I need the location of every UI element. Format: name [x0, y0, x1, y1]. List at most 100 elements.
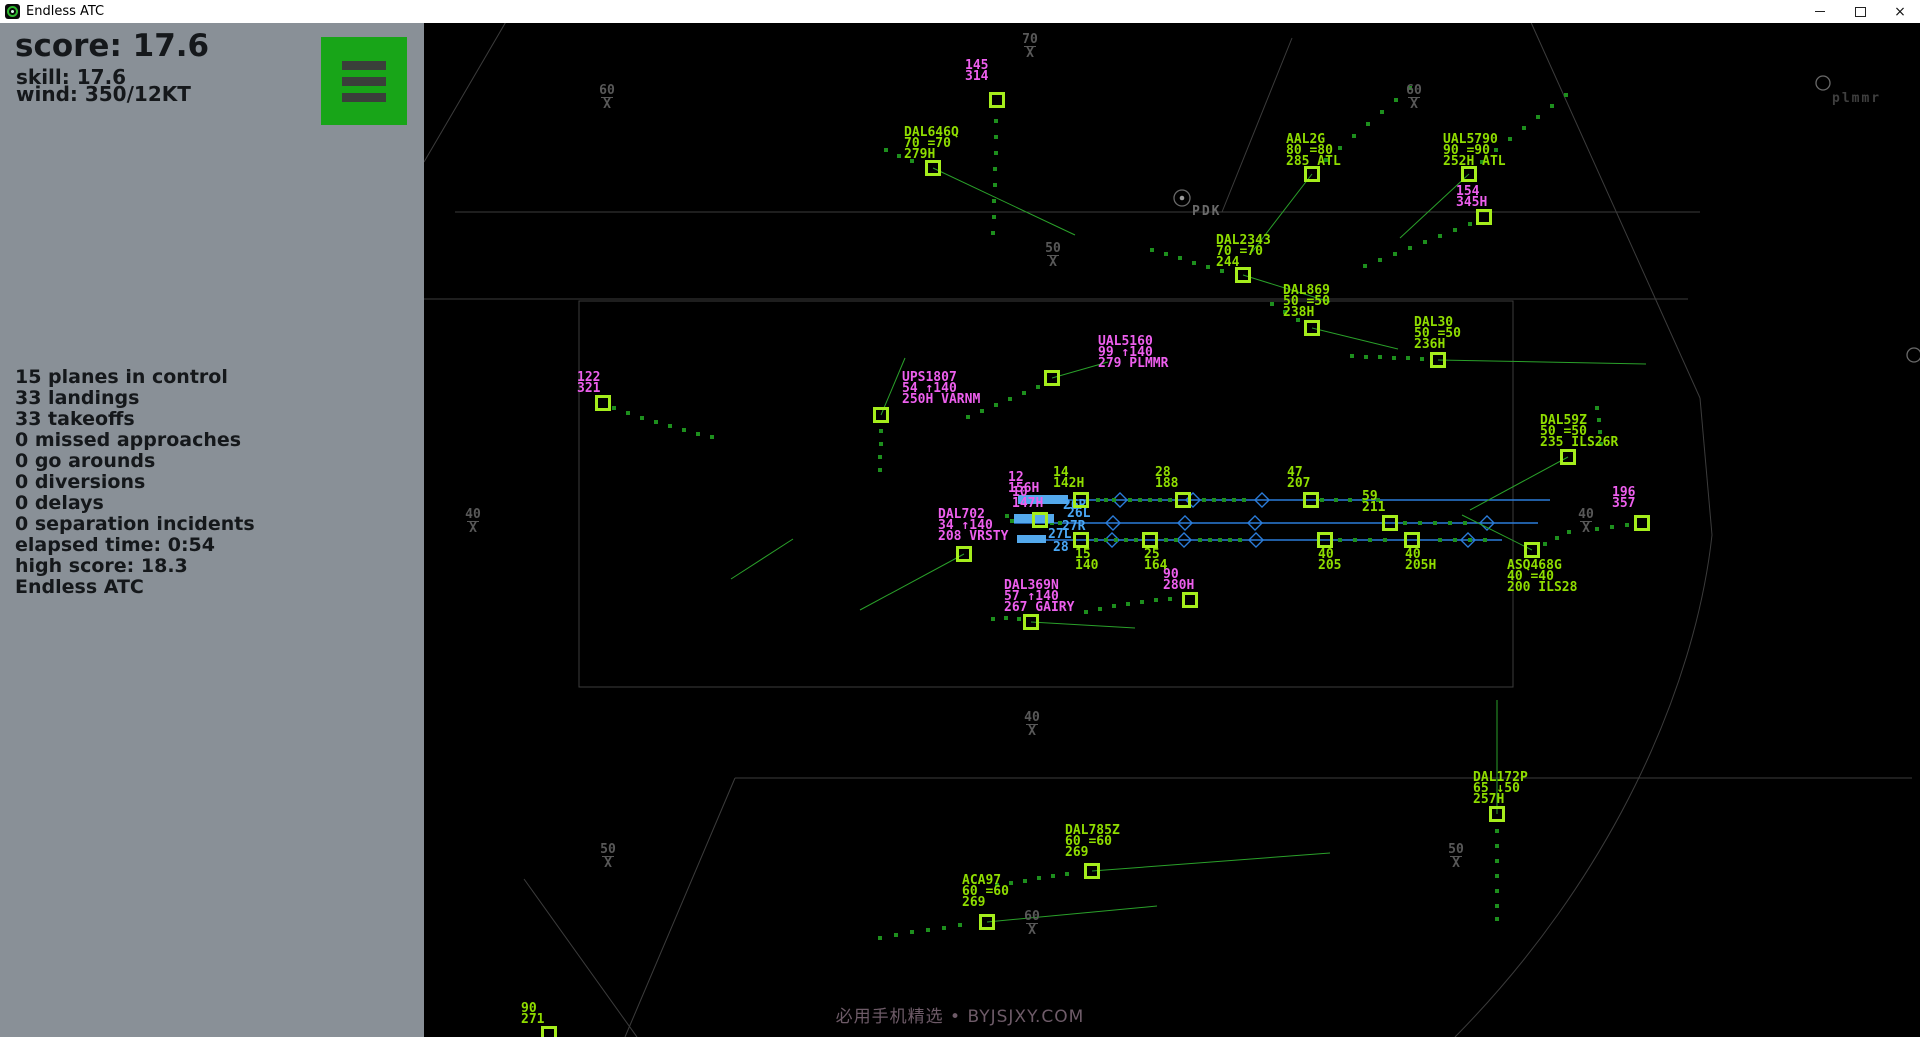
aircraft-label-28-188[interactable]: 28 188 [1155, 467, 1178, 489]
aircraft-label-DAL702[interactable]: DAL702 34 ↑140 208 VRSTY [938, 509, 1008, 542]
trail-dot [994, 151, 998, 155]
stat-line: 0 diversions [15, 472, 255, 493]
trail-dot [1140, 600, 1144, 604]
aircraft-label-90-280H[interactable]: 90 280H [1163, 569, 1194, 591]
aircraft-label-196[interactable]: 196 357 [1612, 487, 1635, 509]
stat-line: 0 missed approaches [15, 430, 255, 451]
aircraft-label-154[interactable]: 154 345H [1456, 186, 1487, 208]
aircraft-square-25[interactable] [1142, 532, 1158, 548]
trail-dot [1242, 498, 1246, 502]
aircraft-square-122[interactable] [595, 395, 611, 411]
aircraft-label-10[interactable]: 10 147H [1012, 487, 1043, 509]
aircraft-square-UAL5160[interactable] [1044, 370, 1060, 386]
trail-dot [1406, 356, 1410, 360]
aircraft-square-40-205H[interactable] [1404, 532, 1420, 548]
aircraft-label-122[interactable]: 122 321 [577, 372, 600, 394]
aircraft-label-145[interactable]: 145 314 [965, 60, 988, 82]
trail-dot [1128, 498, 1132, 502]
leader-line [1462, 515, 1532, 550]
trail-dot [1378, 258, 1382, 262]
trail-dot [1350, 354, 1354, 358]
sector-boundary-line [625, 778, 735, 1037]
trail-dot [1134, 538, 1138, 542]
trail-dot [1022, 391, 1026, 395]
aircraft-square-145[interactable] [989, 92, 1005, 108]
aircraft-label-59[interactable]: 59 211 [1362, 491, 1385, 513]
aircraft-square-AAL2G[interactable] [1304, 166, 1320, 182]
close-button[interactable]: × [1880, 0, 1920, 23]
trail-dot [1508, 137, 1512, 141]
aircraft-square-DAL2343[interactable] [1235, 267, 1251, 283]
aircraft-label-DAL785Z[interactable]: DAL785Z 60 =60 269 [1065, 825, 1120, 858]
aircraft-label-UPS1807[interactable]: UPS1807 54 ↑140 250H VARNM [902, 372, 980, 405]
trail-dot [1463, 521, 1467, 525]
trail-dot [1495, 904, 1499, 908]
aircraft-label-ACA97[interactable]: ACA97 60 =60 269 [962, 875, 1009, 908]
aircraft-square-10[interactable] [1032, 512, 1048, 528]
aircraft-square-47[interactable] [1303, 492, 1319, 508]
aircraft-label-DAL369N[interactable]: DAL369N 57 ↑140 267 GAIRY [1004, 580, 1074, 613]
minimize-button[interactable] [1800, 0, 1840, 23]
aircraft-square-14[interactable] [1073, 492, 1089, 508]
trail-dot [1564, 93, 1568, 97]
stat-line: 33 landings [15, 388, 255, 409]
leader-line [1470, 457, 1568, 510]
aircraft-label-DAL2343[interactable]: DAL2343 70 =70 244 [1216, 235, 1271, 268]
aircraft-square-DAL30[interactable] [1430, 352, 1446, 368]
sector-boundary-line [1700, 398, 1712, 535]
trail-dot [1334, 498, 1338, 502]
aircraft-label-DAL30[interactable]: DAL30 50 =50 236H [1414, 317, 1461, 350]
aircraft-square-DAL785Z[interactable] [1084, 863, 1100, 879]
trail-dot [1363, 264, 1367, 268]
aircraft-square-90-280H[interactable] [1182, 592, 1198, 608]
aircraft-square-ASQ468G[interactable] [1524, 542, 1540, 558]
trail-dot [1555, 536, 1559, 540]
aircraft-square-154[interactable] [1476, 209, 1492, 225]
stat-line: 15 planes in control [15, 367, 255, 388]
aircraft-square-ACA97[interactable] [979, 914, 995, 930]
aircraft-label-40-205[interactable]: 40 205 [1318, 549, 1341, 571]
aircraft-square-90-271[interactable] [541, 1026, 557, 1037]
aircraft-square-DAL702[interactable] [956, 546, 972, 562]
aircraft-label-47[interactable]: 47 207 [1287, 467, 1310, 489]
aircraft-square-15[interactable] [1073, 532, 1089, 548]
aircraft-square-DAL369N[interactable] [1023, 614, 1039, 630]
aircraft-square-28-188[interactable] [1175, 492, 1191, 508]
aircraft-label-DAL869[interactable]: DAL869 50 =50 238H [1283, 285, 1330, 318]
aircraft-label-40-205H[interactable]: 40 205H [1405, 549, 1436, 571]
aircraft-label-UAL5160[interactable]: UAL5160 99 ↑140 279 PLMMR [1098, 336, 1168, 369]
trail-dot [878, 468, 882, 472]
aircraft-square-196[interactable] [1634, 515, 1650, 531]
aircraft-square-UPS1807[interactable] [873, 407, 889, 423]
maximize-button[interactable] [1840, 0, 1880, 23]
trail-dot [1433, 521, 1437, 525]
trail-dot [1154, 598, 1158, 602]
trail-dot [1495, 874, 1499, 878]
aircraft-label-AAL2G[interactable]: AAL2G 80 =80 285 ATL [1286, 134, 1341, 167]
aircraft-square-DAL59Z[interactable] [1560, 449, 1576, 465]
trail-dot [1495, 859, 1499, 863]
aircraft-label-ASQ468G[interactable]: ASQ468G 40 =40 200 ILS28 [1507, 560, 1577, 593]
trail-dot [1004, 616, 1008, 620]
trail-dot [1495, 917, 1499, 921]
trail-dot [1218, 538, 1222, 542]
aircraft-square-DAL172P[interactable] [1489, 806, 1505, 822]
trail-dot [994, 135, 998, 139]
aircraft-square-DAL646Q[interactable] [925, 160, 941, 176]
aircraft-square-DAL869[interactable] [1304, 320, 1320, 336]
aircraft-square-59[interactable] [1382, 515, 1398, 531]
aircraft-label-DAL646Q[interactable]: DAL646Q 70 =70 279H [904, 127, 959, 160]
aircraft-label-DAL172P[interactable]: DAL172P 65 ↓50 257H [1473, 772, 1528, 805]
aircraft-label-DAL59Z[interactable]: DAL59Z 50 =50 235 ILS26R [1540, 415, 1618, 448]
trail-dot [878, 455, 882, 459]
trail-dot [879, 429, 883, 433]
aircraft-square-40-205[interactable] [1317, 532, 1333, 548]
aircraft-label-25[interactable]: 25 164 [1144, 549, 1167, 571]
trail-dot [1522, 126, 1526, 130]
aircraft-label-14[interactable]: 14 142H [1053, 467, 1084, 489]
aircraft-square-UAL5790[interactable] [1461, 166, 1477, 182]
aircraft-label-15[interactable]: 15 140 [1075, 549, 1098, 571]
menu-button[interactable] [321, 37, 407, 125]
aircraft-label-UAL5790[interactable]: UAL5790 90 =90 252H ATL [1443, 134, 1506, 167]
trail-dot [992, 215, 996, 219]
